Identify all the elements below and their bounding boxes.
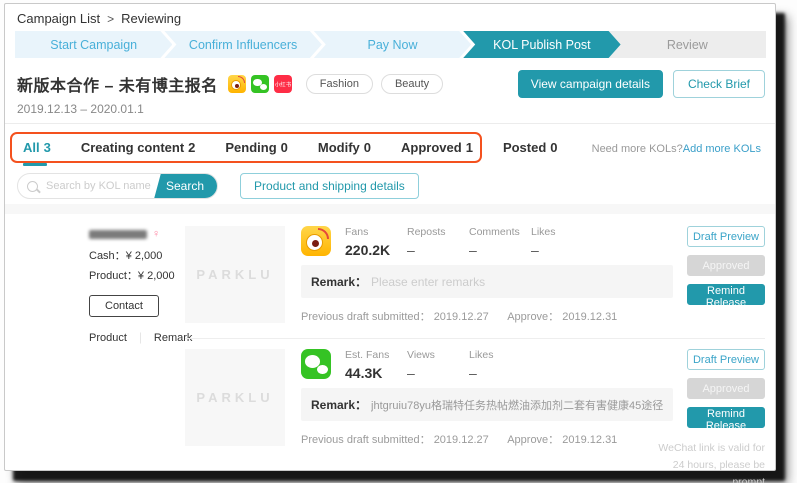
tab-creating-content[interactable]: Creating content2 [81,140,196,155]
weibo-icon [228,75,246,93]
remind-release-button[interactable]: Remind Release [687,284,765,305]
draft-preview-button[interactable]: Draft Preview [687,226,765,247]
weibo-icon [301,226,331,256]
stat-likes: Likes – [469,349,531,381]
xiaohongshu-icon: 小红书 [274,75,292,93]
campaign-title: 新版本合作 – 未有博主报名 [17,72,218,96]
approved-button: Approved [687,378,765,399]
remark-input[interactable]: Remark： jhtgruiu78yu格瑞特任务热帖燃油添加剂二套有害健康45… [301,388,673,421]
wechat-icon [301,349,331,379]
wechat-icon [251,75,269,93]
post-row-weibo: PARKLU Fans 220.2K Reposts – [185,216,765,338]
post-row-wechat: PARKLU Est. Fans 44.3K Views – [185,338,765,483]
post-list: PARKLU Fans 220.2K Reposts – [185,216,765,483]
approve-date: 2019.12.31 [562,311,617,323]
contact-button[interactable]: Contact [89,295,159,317]
tab-pending[interactable]: Pending0 [225,140,288,155]
campaign-date-range: 2019.12.13 – 2020.01.1 [17,102,144,116]
status-tabs-row: All3 Creating content2 Pending0 Modify0 … [5,132,775,166]
header-divider [5,123,775,124]
breadcrumb: Campaign List > Reviewing [17,11,181,26]
remind-release-button[interactable]: Remind Release [687,407,765,428]
post-placeholder-image: PARKLU [185,226,285,323]
stat-likes: Likes – [531,226,593,258]
approved-button: Approved [687,255,765,276]
remark-text: jhtgruiu78yu格瑞特任务热帖燃油添加剂二套有害健康45途径耳钉法国红酒… [371,397,663,413]
check-brief-button[interactable]: Check Brief [673,70,765,98]
campaign-tags: Fashion Beauty [306,74,443,94]
stat-reposts: Reposts – [407,226,469,258]
active-tab-underline [23,163,47,166]
submitted-date: 2019.12.27 [434,311,489,323]
stat-comments: Comments – [469,226,531,258]
kol-cash-value: ¥ 2,000 [126,250,163,262]
step-pay-now[interactable]: Pay Now [314,31,471,58]
kol-product-row: Product：¥ 2,000 [89,267,192,283]
breadcrumb-reviewing: Reviewing [121,11,181,26]
step-confirm-influencers[interactable]: Confirm Influencers [164,31,321,58]
post-dates: Previous draft submitted： 2019.12.27 App… [301,308,673,324]
kol-cash-row: Cash：¥ 2,000 [89,247,192,263]
submitted-date: 2019.12.27 [434,434,489,446]
tab-posted[interactable]: Posted0 [503,140,558,155]
tag-beauty: Beauty [381,74,443,94]
platform-icons: 小红书 [228,75,292,93]
search-button[interactable]: Search [154,173,218,199]
link-divider: ｜ [135,330,146,346]
search-icon [27,181,38,192]
search-input[interactable] [38,174,154,198]
tag-fashion: Fashion [306,74,373,94]
section-separator-band [5,204,775,214]
kol-name-redacted [89,230,147,239]
draft-preview-button[interactable]: Draft Preview [687,349,765,370]
post-placeholder-image: PARKLU [185,349,285,446]
tab-modify[interactable]: Modify0 [318,140,371,155]
stat-fans: Fans 220.2K [345,226,407,258]
stat-est-fans: Est. Fans 44.3K [345,349,407,381]
tab-all[interactable]: All3 [23,140,51,155]
remark-input[interactable]: Remark： Please enter remarks [301,265,673,298]
female-gender-icon: ♀ [152,228,160,240]
add-more-kols-link[interactable]: Add more KOLs [683,143,761,155]
progress-steps: Start Campaign Confirm Influencers Pay N… [15,31,766,58]
app-window: Campaign List > Reviewing Start Campaign… [4,3,776,471]
toolbar: Search Product and shipping details [17,173,419,199]
product-shipping-details-button[interactable]: Product and shipping details [240,173,419,199]
remark-placeholder: Please enter remarks [371,275,485,289]
kol-product-value: ¥ 2,000 [138,270,175,282]
kol-avatar[interactable] [21,226,77,282]
step-start-campaign[interactable]: Start Campaign [15,31,172,58]
product-link[interactable]: Product [89,332,127,344]
tab-approved[interactable]: Approved1 [401,140,473,155]
stat-views: Views – [407,349,469,381]
view-campaign-details-button[interactable]: View campaign details [518,70,663,98]
step-review: Review [609,31,766,58]
kol-info-card: ♀ Cash：¥ 2,000 Product：¥ 2,000 Contact P… [21,226,181,346]
search-group: Search [17,173,218,199]
approve-date: 2019.12.31 [562,434,617,446]
campaign-header: 新版本合作 – 未有博主报名 小红书 Fashion Beauty View c… [17,70,765,98]
post-dates: Previous draft submitted： 2019.12.27 App… [301,431,673,447]
step-kol-publish-post[interactable]: KOL Publish Post [463,31,620,58]
breadcrumb-separator: > [107,12,114,26]
wechat-link-note: WeChat link is valid for 24 hours, pleas… [649,440,765,483]
need-more-kols-text: Need more KOLs? [592,143,683,155]
breadcrumb-campaign-list[interactable]: Campaign List [17,11,100,26]
screenshot-stage: Campaign List > Reviewing Start Campaign… [0,0,797,483]
